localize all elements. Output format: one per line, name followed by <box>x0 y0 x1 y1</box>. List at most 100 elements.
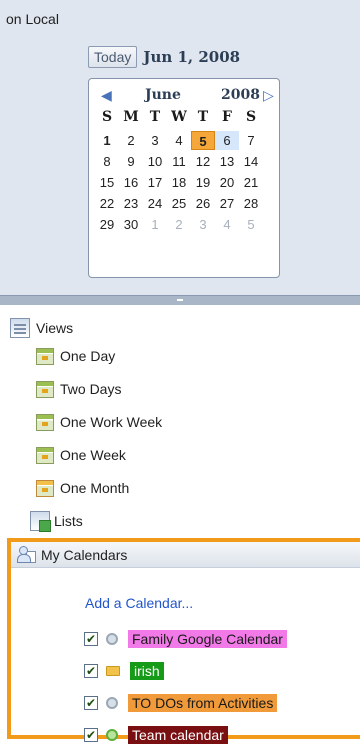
calendar-day[interactable]: 16 <box>119 173 143 192</box>
view-item-label: One Month <box>60 480 130 496</box>
calendar-list-item[interactable]: ✔ Family Google Calendar <box>84 628 287 650</box>
calendar-day[interactable]: 12 <box>191 152 215 171</box>
today-row: Today Jun 1, 2008 <box>88 45 240 69</box>
month-label[interactable]: June <box>145 87 181 103</box>
calendar-checkbox[interactable]: ✔ <box>84 664 98 678</box>
weekday-label: T <box>197 109 209 125</box>
calendar-day[interactable]: 6 <box>215 131 239 150</box>
week-row: 22 23 24 25 26 27 28 <box>95 194 273 213</box>
month-view-icon <box>36 479 54 497</box>
calendar-user-icon <box>17 545 37 564</box>
calendar-day[interactable]: 5 <box>191 131 215 150</box>
calendar-day[interactable]: 10 <box>143 152 167 171</box>
calendar-checkbox[interactable]: ✔ <box>84 728 98 742</box>
weekday-label: S <box>101 109 113 125</box>
views-header[interactable]: Views <box>10 318 73 338</box>
globe-icon <box>106 633 118 645</box>
calendar-day[interactable]: 7 <box>239 131 263 150</box>
calendar-day[interactable]: 27 <box>215 194 239 213</box>
calendar-name[interactable]: TO DOs from Activities <box>128 694 278 712</box>
globe-icon <box>106 729 118 741</box>
calendar-day[interactable]: 29 <box>95 215 119 234</box>
weekday-label: M <box>123 109 139 125</box>
day-view-icon <box>36 347 54 365</box>
calendar-day[interactable]: 28 <box>239 194 263 213</box>
calendar-day[interactable]: 4 <box>167 131 191 150</box>
calendar-day[interactable]: 24 <box>143 194 167 213</box>
weekday-label: T <box>149 109 161 125</box>
calendar-day[interactable]: 2 <box>167 215 191 234</box>
views-header-label: Views <box>36 320 74 336</box>
calendar-day[interactable]: 15 <box>95 173 119 192</box>
calendar-day[interactable]: 5 <box>239 215 263 234</box>
week-row: 29 30 1 2 3 4 5 <box>95 215 273 234</box>
calendar-list-item[interactable]: ✔ irish <box>84 660 164 682</box>
calendar-day[interactable]: 3 <box>143 131 167 150</box>
calendar-day[interactable]: 17 <box>143 173 167 192</box>
view-item-label: One Work Week <box>60 414 163 430</box>
splitter-grip[interactable] <box>177 299 183 301</box>
calendar-day[interactable]: 9 <box>119 152 143 171</box>
add-calendar-link[interactable]: Add a Calendar... <box>85 595 193 611</box>
calendar-day[interactable]: 1 <box>143 215 167 234</box>
view-item[interactable]: Two Days <box>36 378 121 400</box>
calendar-list-item[interactable]: ✔ Team calendar <box>84 724 228 746</box>
two-days-view-icon <box>36 380 54 398</box>
calendar-navigator-pane: on Local Today Jun 1, 2008 ◀ June 2008 ▷… <box>0 0 360 306</box>
calendar-day[interactable]: 30 <box>119 215 143 234</box>
today-button[interactable]: Today <box>88 46 138 68</box>
my-calendars-pane: My Calendars Add a Calendar... ✔ Family G… <box>7 538 360 744</box>
view-item-label: One Week <box>60 447 126 463</box>
current-date: Jun 1, 2008 <box>143 48 241 66</box>
calendar-day[interactable]: 11 <box>167 152 191 171</box>
calendar-checkbox[interactable]: ✔ <box>84 696 98 710</box>
work-week-view-icon <box>36 413 54 431</box>
lists-icon <box>30 511 51 532</box>
calendar-day[interactable]: 25 <box>167 194 191 213</box>
weekday-label: F <box>222 109 232 125</box>
weekday-header-row: SMTWTFS <box>95 109 273 125</box>
calendar-day[interactable]: 22 <box>95 194 119 213</box>
calendar-day[interactable]: 26 <box>191 194 215 213</box>
calendar-day[interactable]: 2 <box>119 131 143 150</box>
globe-icon <box>106 697 118 709</box>
my-calendars-header[interactable]: My Calendars <box>11 542 360 568</box>
next-month-arrow-icon[interactable]: ▷ <box>263 87 274 104</box>
view-item[interactable]: One Week <box>36 444 126 466</box>
calendar-day[interactable]: 13 <box>215 152 239 171</box>
year-label[interactable]: 2008 <box>221 87 260 103</box>
lists-label: Lists <box>54 513 83 529</box>
calendar-day[interactable]: 18 <box>167 173 191 192</box>
calendar-day[interactable]: 21 <box>239 173 263 192</box>
calendar-day[interactable]: 3 <box>191 215 215 234</box>
view-item[interactable]: One Work Week <box>36 411 162 433</box>
weekday-label: S <box>245 109 257 125</box>
calendar-day[interactable]: 23 <box>119 194 143 213</box>
calendar-checkbox[interactable]: ✔ <box>84 632 98 646</box>
lists-item[interactable]: Lists <box>30 510 83 532</box>
prev-month-arrow-icon[interactable]: ◀ <box>101 87 112 104</box>
view-item[interactable]: One Month <box>36 477 129 499</box>
views-pane: Views One Day Two Days One Work Week One We… <box>0 305 360 535</box>
calendar-name[interactable]: Team calendar <box>128 726 228 744</box>
calendar-day[interactable]: 1 <box>95 131 119 150</box>
view-item-label: One Day <box>60 348 116 364</box>
view-item[interactable]: One Day <box>36 345 115 367</box>
calendar-list-item[interactable]: ✔ TO DOs from Activities <box>84 692 278 714</box>
folder-icon <box>106 666 120 676</box>
calendar-day[interactable]: 14 <box>239 152 263 171</box>
pane-title: on Local <box>6 11 59 27</box>
calendar-name[interactable]: irish <box>130 662 164 680</box>
week-row: 8 9 10 11 12 13 14 <box>95 152 273 171</box>
calendar-day[interactable]: 4 <box>215 215 239 234</box>
calendar-name[interactable]: Family Google Calendar <box>128 630 287 648</box>
my-calendars-header-label: My Calendars <box>41 546 128 563</box>
view-item-label: Two Days <box>60 381 122 397</box>
views-icon <box>10 318 30 338</box>
calendar-day[interactable]: 8 <box>95 152 119 171</box>
calendar-day[interactable]: 20 <box>215 173 239 192</box>
week-row: 1234567 <box>95 131 273 150</box>
week-row: 15 16 17 18 19 20 21 <box>95 173 273 192</box>
mini-calendar: ◀ June 2008 ▷ SMTWTFS 1 2 3 4 5 6 7 8 9 10 11 12 13 1… <box>88 78 280 278</box>
calendar-day[interactable]: 19 <box>191 173 215 192</box>
